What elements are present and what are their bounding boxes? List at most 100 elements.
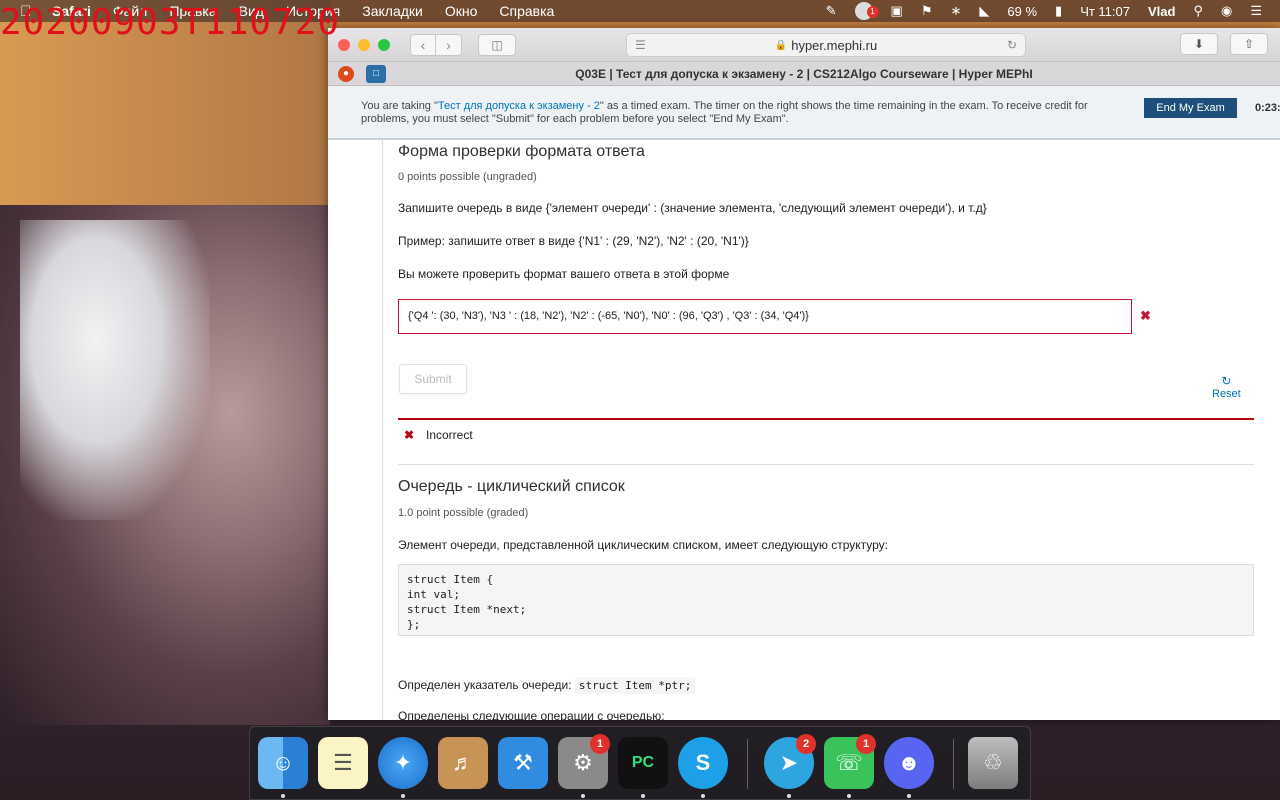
safari-window: ‹ › ◫ ☰ 🔒 hyper.mephi.ru ↻ ⬇ ⇧ ● □ Q03E … [328, 28, 1280, 720]
problem2-operations-text: Определены следующие операции с очередью… [398, 709, 665, 720]
downloads-button[interactable]: ⬇ [1180, 33, 1218, 55]
facetime-badge: 1 [856, 734, 876, 754]
address-bar[interactable]: ☰ 🔒 hyper.mephi.ru ↻ [626, 33, 1026, 57]
system-prefs-badge: 1 [590, 734, 610, 754]
wifi-icon[interactable]: ◣ [979, 3, 989, 19]
mac-dock: ☺ ☰ ✦ ♬ ⚒ ⚙ 1 PC S ➤ 2 ☏ 1 ☻ ♲ [249, 726, 1031, 800]
reset-button[interactable]: ↻ Reset [1212, 374, 1241, 400]
siri-icon[interactable]: ◉ [1221, 3, 1232, 19]
clock[interactable]: Чт 11:07 [1080, 4, 1130, 19]
skype-running-dot [701, 794, 705, 798]
pycharm-icon[interactable]: PC [618, 737, 668, 789]
chat-icon[interactable]: ▣ [891, 3, 903, 19]
skype-icon[interactable]: S [678, 737, 728, 789]
problem-separator [398, 464, 1254, 465]
back-button[interactable]: ‹ [410, 33, 436, 56]
menu-bookmarks[interactable]: Закладки [362, 3, 423, 19]
facetime-running-dot [847, 794, 851, 798]
dock-separator [747, 739, 748, 789]
problem2-text: Элемент очереди, представленной цикличес… [398, 538, 889, 552]
telegram-badge: 2 [796, 734, 816, 754]
safari-icon[interactable]: ✦ [378, 737, 428, 789]
system-prefs-running-dot [581, 794, 585, 798]
menu-window[interactable]: Окно [445, 3, 478, 19]
control-center-icon[interactable]: ☰ [1250, 3, 1262, 19]
garageband-icon[interactable]: ♬ [438, 737, 488, 789]
chevron-left-icon: ‹ [420, 36, 426, 53]
trash-icon[interactable]: ♲ [968, 737, 1018, 789]
window-controls [338, 38, 398, 51]
courseware-content: Форма проверки формата ответа 0 points p… [382, 140, 1262, 720]
url-text: hyper.mephi.ru [791, 37, 878, 53]
problem1-hint: Вы можете проверить формат вашего ответа… [398, 267, 730, 281]
toolbar-right: ⬇ ⇧ [1180, 33, 1280, 55]
chevron-right-icon: › [446, 36, 451, 53]
webcam-light-reflection [20, 220, 210, 520]
refresh-icon: ↻ [1221, 374, 1232, 388]
finder-icon[interactable]: ☺ [258, 737, 308, 789]
menu-help[interactable]: Справка [499, 3, 554, 19]
notification-badge: 1 [866, 6, 879, 18]
forward-button[interactable]: › [436, 33, 462, 56]
end-exam-button[interactable]: End My Exam [1144, 98, 1237, 118]
nav-buttons: ‹ › [410, 33, 462, 56]
sidebar-icon: ◫ [491, 37, 503, 52]
feedback-status: Incorrect [426, 428, 473, 442]
notes-icon[interactable]: ☰ [318, 737, 368, 789]
pycharm-running-dot [641, 794, 645, 798]
discord-running-dot [907, 794, 911, 798]
struct-code-block: struct Item { int val; struct Item *next… [398, 564, 1254, 636]
reader-icon[interactable]: ☰ [635, 38, 646, 52]
exam-msg-prefix: You are taking " [361, 100, 438, 112]
answer-input[interactable]: {'Q4 ': (30, 'N3'), 'N3 ' : (18, 'N2'), … [398, 299, 1132, 334]
facetime-icon[interactable]: ☏ 1 [824, 734, 876, 789]
discord-icon[interactable]: ☻ [884, 737, 934, 789]
battery-percent[interactable]: 69 % [1007, 4, 1037, 19]
webcam-timestamp: 20200903T110720 [0, 2, 341, 43]
timed-exam-banner: You are taking "Тест для допуска к экзам… [328, 86, 1280, 140]
notification-icon[interactable]: 1 [854, 2, 879, 20]
submit-button[interactable]: Submit [399, 364, 467, 394]
problem2-pointer-text: Определен указатель очереди: struct Item… [398, 677, 696, 694]
problem1-example: Пример: запишите ответ в виде {'N1' : (2… [398, 234, 749, 248]
flag-icon[interactable]: ⚑ [921, 3, 933, 19]
finder-running-dot [281, 794, 285, 798]
pen-off-icon[interactable]: ✎ [826, 3, 837, 19]
sidebar-toggle-button[interactable]: ◫ [478, 33, 516, 56]
active-tab-title[interactable]: Q03E | Тест для допуска к экзамену - 2 |… [328, 67, 1280, 81]
problem1-title: Форма проверки формата ответа [398, 143, 645, 160]
battery-icon[interactable]: ▮ [1055, 3, 1062, 19]
share-icon: ⇧ [1243, 37, 1255, 51]
safari-running-dot [401, 794, 405, 798]
spotlight-icon[interactable]: ⚲ [1193, 3, 1203, 19]
telegram-running-dot [787, 794, 791, 798]
xcode-icon[interactable]: ⚒ [498, 737, 548, 789]
problem1-points: 0 points possible (ungraded) [398, 171, 537, 183]
pointer-code: struct Item *ptr; [574, 677, 696, 694]
bluetooth-icon[interactable]: ∗ [950, 3, 961, 19]
problem1-instruction: Запишите очередь в виде {'элемент очеред… [398, 201, 987, 215]
menu-bar-status: ✎ 1 ▣ ⚑ ∗ ◣ 69 % ▮ Чт 11:07 Vlad ⚲ ◉ ☰ [826, 0, 1280, 22]
minimize-window-button[interactable] [358, 38, 370, 51]
exam-timer: 0:23: [1255, 102, 1280, 114]
download-icon: ⬇ [1193, 37, 1205, 51]
incorrect-x-icon: ✖ [1140, 308, 1151, 323]
tab-bar: ● □ Q03E | Тест для допуска к экзамену -… [328, 62, 1280, 86]
telegram-icon[interactable]: ➤ 2 [764, 734, 816, 789]
dock-separator-2 [953, 739, 954, 789]
exam-link[interactable]: Тест для допуска к экзамену - 2 [438, 100, 600, 112]
exam-banner-message: You are taking "Тест для допуска к экзам… [361, 100, 1101, 126]
lock-icon: 🔒 [774, 39, 788, 51]
user-name[interactable]: Vlad [1148, 4, 1175, 19]
problem2-points: 1.0 point possible (graded) [398, 507, 529, 519]
problem2-title: Очередь - циклический список [398, 478, 625, 495]
feedback-bar: ✖ Incorrect [398, 418, 1254, 448]
incorrect-icon: ✖ [404, 428, 415, 442]
reload-icon[interactable]: ↻ [1007, 38, 1017, 52]
system-preferences-icon[interactable]: ⚙ 1 [558, 734, 610, 789]
pointer-text-label: Определен указатель очереди: [398, 678, 572, 692]
safari-toolbar: ‹ › ◫ ☰ 🔒 hyper.mephi.ru ↻ ⬇ ⇧ [328, 28, 1280, 62]
share-button[interactable]: ⇧ [1230, 33, 1268, 55]
fullscreen-window-button[interactable] [378, 38, 390, 51]
reset-label: Reset [1212, 388, 1241, 400]
